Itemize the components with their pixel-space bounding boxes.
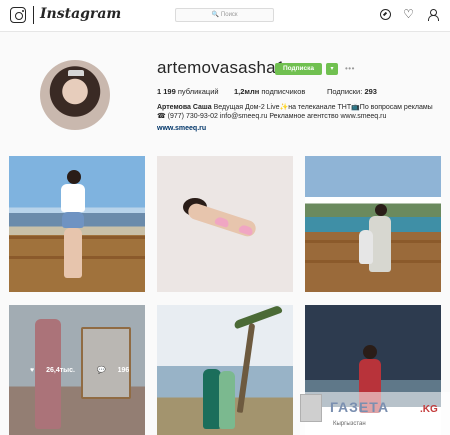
watermark-subtitle: Кыргызстан bbox=[333, 421, 366, 427]
stat-following[interactable]: Подписки: 293 bbox=[327, 87, 377, 96]
person-legs bbox=[64, 228, 82, 278]
instagram-logo[interactable]: Instagram bbox=[40, 6, 121, 22]
following-count: 293 bbox=[364, 87, 377, 96]
profile-icon[interactable] bbox=[427, 9, 439, 21]
person-head bbox=[375, 204, 387, 216]
subscribe-button[interactable]: Подписка bbox=[275, 63, 322, 75]
followers-label: подписчиков bbox=[261, 87, 306, 96]
hourglass-icon bbox=[300, 394, 322, 422]
logo-divider bbox=[33, 6, 34, 24]
search-input[interactable]: 🔍 Поиск bbox=[175, 8, 274, 22]
post-thumbnail[interactable] bbox=[9, 156, 145, 292]
child bbox=[359, 230, 373, 264]
explore-compass-icon[interactable] bbox=[380, 9, 391, 20]
posts-label: публикаций bbox=[177, 87, 219, 96]
more-options-icon[interactable]: ••• bbox=[345, 64, 355, 73]
post-thumbnail[interactable] bbox=[157, 156, 293, 292]
bio-website-link[interactable]: www.smeeq.ru bbox=[157, 125, 206, 132]
comments-count: 196 bbox=[117, 367, 130, 374]
likes-count: 26,4тыс. bbox=[46, 367, 75, 374]
comment-icon: 💬 bbox=[96, 367, 106, 374]
posts-count: 1 199 bbox=[157, 87, 176, 96]
stat-posts: 1 199 публикаций bbox=[157, 87, 219, 96]
person-shorts bbox=[62, 212, 84, 228]
activity-heart-icon[interactable]: ♡ bbox=[403, 8, 414, 20]
person-head bbox=[363, 345, 377, 359]
avatar bbox=[40, 60, 110, 130]
likes-stat: ♥ 26,4тыс. bbox=[30, 367, 85, 374]
like-icon: ♥ bbox=[30, 367, 35, 374]
watermark-suffix: .KG bbox=[420, 404, 438, 415]
post-thumbnail[interactable] bbox=[305, 156, 441, 292]
search-icon: 🔍 bbox=[211, 12, 219, 18]
search-placeholder: Поиск bbox=[220, 12, 238, 18]
palm-frond bbox=[233, 305, 283, 330]
bio-full-name: Артемова Саша bbox=[157, 104, 212, 111]
suggestions-dropdown-button[interactable]: ▾ bbox=[326, 63, 338, 75]
person-dress bbox=[219, 371, 235, 429]
followers-count: 1,2млн bbox=[234, 87, 260, 96]
post-thumbnail[interactable] bbox=[157, 305, 293, 435]
following-label: Подписки: bbox=[327, 87, 363, 96]
palm-trunk bbox=[236, 323, 256, 413]
comments-stat: 💬 196 bbox=[97, 367, 139, 374]
profile-bio: Артемова Саша Ведущая Дом-2 Live✨на теле… bbox=[157, 103, 437, 121]
profile-username: artemovasasha1 bbox=[157, 58, 286, 77]
person-head bbox=[67, 170, 81, 184]
stat-followers[interactable]: 1,2млн подписчиков bbox=[234, 87, 305, 96]
watermark-logo: ГАЗЕТА bbox=[330, 399, 390, 415]
crown-decoration bbox=[68, 70, 84, 76]
post-hover-stats: ♥ 26,4тыс. 💬 196 bbox=[30, 366, 149, 374]
top-nav: Instagram 🔍 Поиск ♡ bbox=[0, 0, 450, 32]
person-top bbox=[61, 184, 85, 212]
instagram-camera-icon[interactable] bbox=[10, 7, 26, 23]
